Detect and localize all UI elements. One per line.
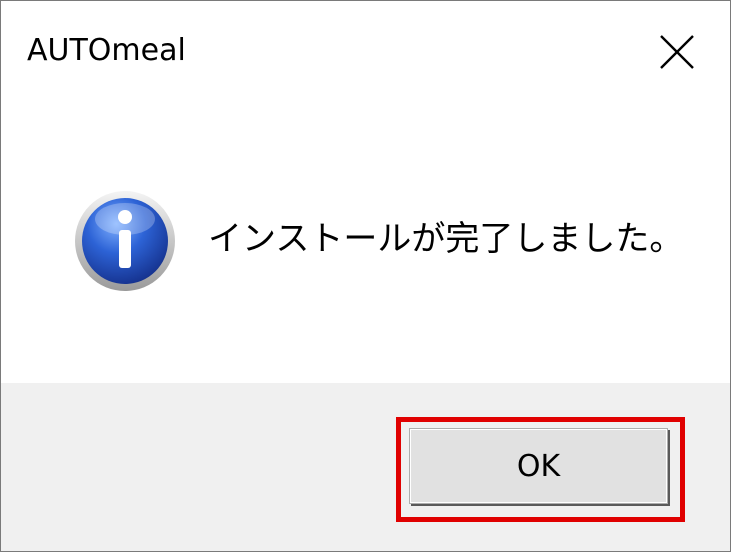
title-bar: AUTOmeal <box>1 1 730 101</box>
close-icon <box>660 35 694 69</box>
ok-button[interactable]: OK <box>409 428 668 504</box>
window-title: AUTOmeal <box>27 33 186 68</box>
message-dialog: AUTOmeal インストールが完了しました。 OK <box>0 0 731 552</box>
close-button[interactable] <box>641 17 713 87</box>
dialog-message: インストールが完了しました。 <box>208 219 684 259</box>
info-icon <box>75 191 175 291</box>
button-bar: OK <box>1 383 730 551</box>
dialog-content: インストールが完了しました。 <box>1 101 730 383</box>
